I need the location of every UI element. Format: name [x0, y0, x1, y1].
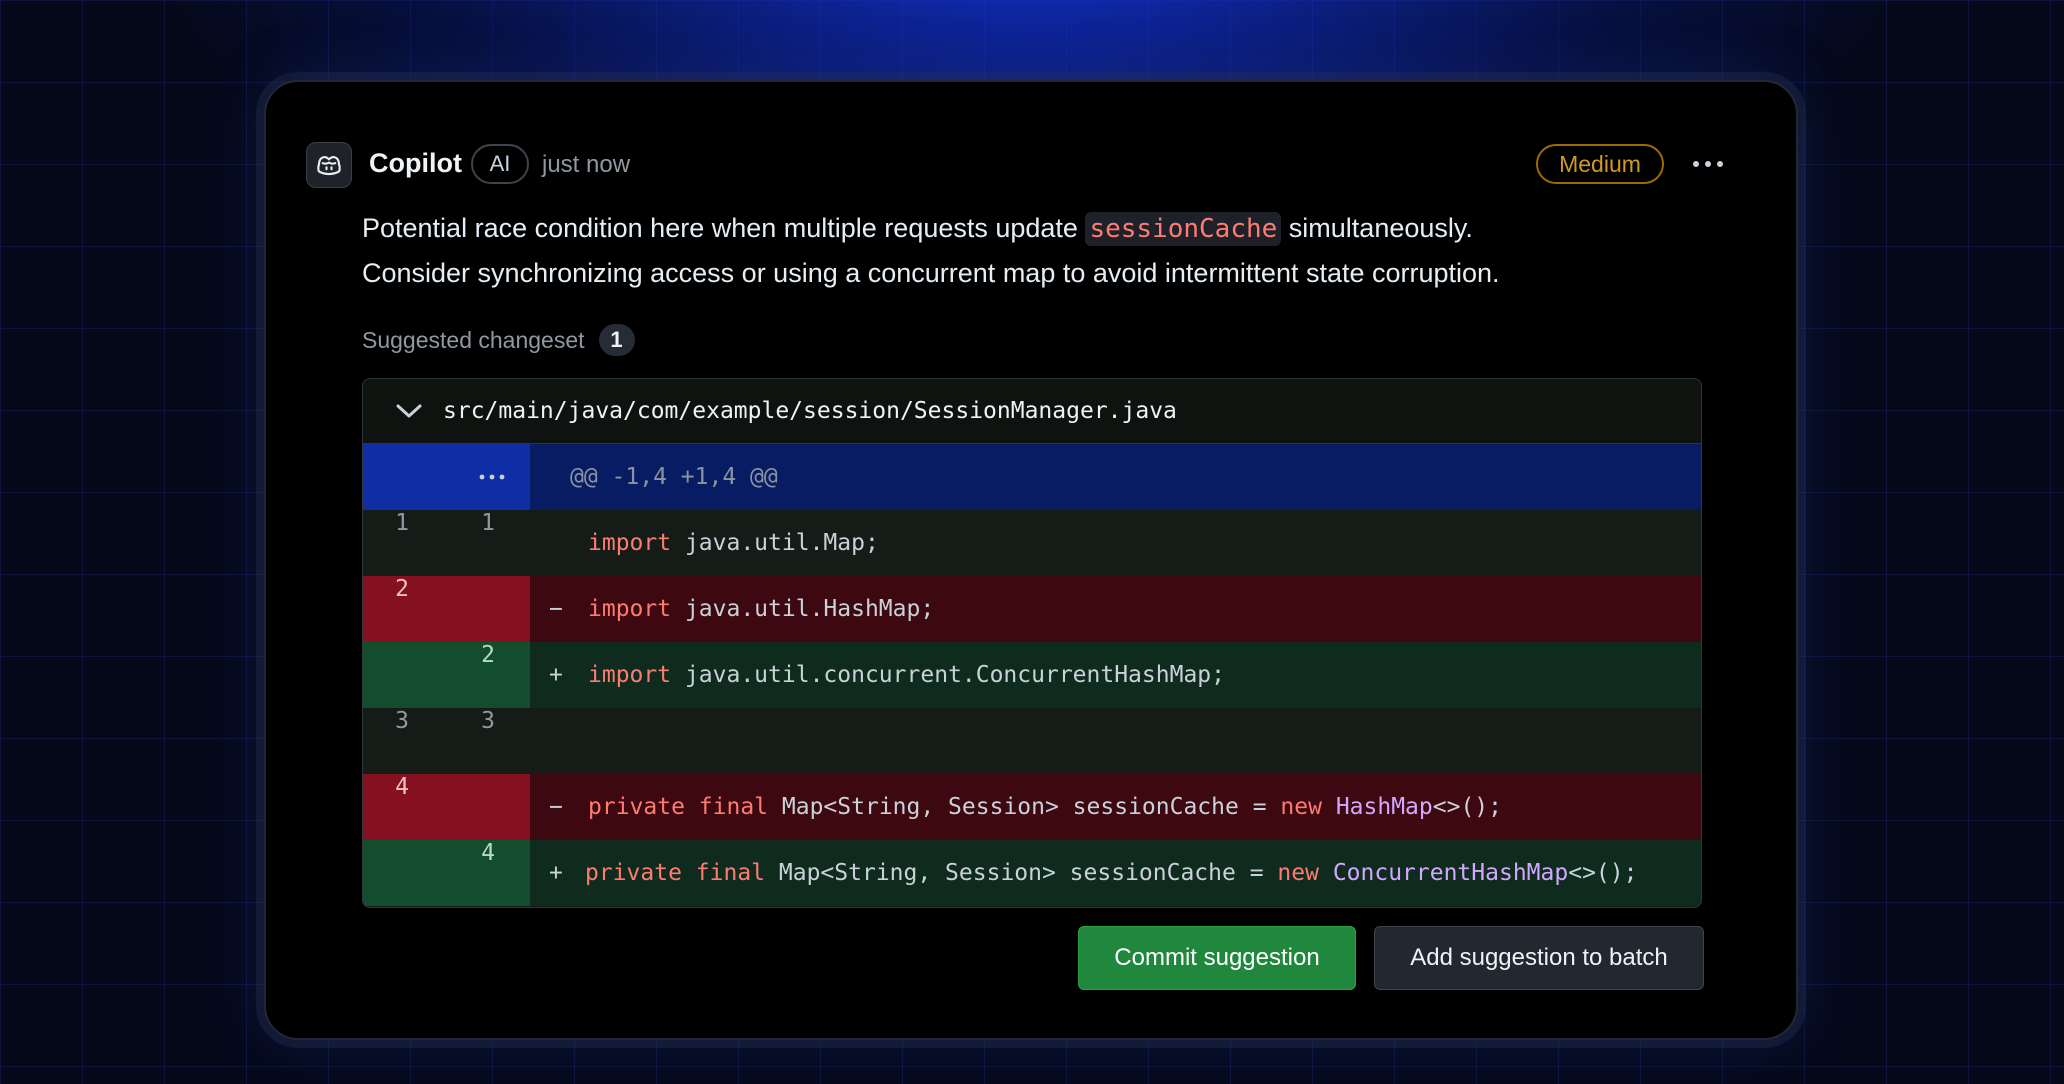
keyword: import	[588, 530, 672, 556]
code-line: import java.util.concurrent.ConcurrentHa…	[588, 662, 1225, 688]
keyword: new	[1277, 860, 1319, 886]
expand-lines-button[interactable]	[363, 444, 530, 510]
new-line-number[interactable]: 4	[453, 840, 523, 866]
type-name: HashMap	[1335, 794, 1433, 820]
code-line: private final Map<String, Session> sessi…	[585, 860, 1637, 886]
old-line-number[interactable]: 1	[363, 510, 441, 536]
diff-row-addition: 2 + import java.util.concurrent.Concurre…	[363, 642, 1701, 708]
line-number-gutter: 1 1	[363, 510, 530, 576]
copilot-avatar[interactable]	[306, 142, 352, 188]
commit-suggestion-button[interactable]: Commit suggestion	[1078, 926, 1356, 990]
comment-line-1: Potential race condition here when multi…	[362, 206, 1722, 251]
old-line-number[interactable]: 3	[363, 708, 441, 734]
line-number-gutter: 2	[363, 576, 530, 642]
suggested-changeset: Suggested changeset 1	[362, 322, 635, 358]
add-to-batch-button[interactable]: Add suggestion to batch	[1374, 926, 1704, 990]
diff-view: src/main/java/com/example/session/Sessio…	[362, 378, 1702, 908]
keyword: import	[588, 662, 672, 688]
diff-row-deletion: 4 − private final Map<String, Session> s…	[363, 774, 1701, 840]
collapse-file-button[interactable]	[395, 397, 423, 425]
changeset-count-badge: 1	[598, 324, 635, 356]
code-text: java.util.HashMap;	[671, 596, 935, 622]
new-line-number[interactable]: 3	[453, 708, 523, 734]
deletion-marker: −	[549, 794, 563, 820]
kebab-horizontal-icon	[1693, 161, 1723, 167]
changeset-label: Suggested changeset	[362, 326, 585, 353]
diff-row-addition: 4 + private final Map<String, Session> s…	[363, 840, 1701, 906]
old-line-number[interactable]: 4	[363, 774, 441, 800]
old-line-number[interactable]: 2	[363, 576, 441, 602]
code-text: <>();	[1568, 860, 1638, 886]
keyword: final	[695, 860, 766, 886]
code-text: Map<String, Session> sessionCache =	[765, 860, 1278, 886]
comment-timestamp[interactable]: just now	[542, 151, 630, 179]
diff-row-context: 3 3	[363, 708, 1701, 774]
addition-marker: +	[549, 662, 563, 688]
line-number-gutter: 2	[363, 642, 530, 708]
keyword: import	[588, 596, 672, 622]
comment-body: Potential race condition here when multi…	[362, 206, 1722, 295]
code-line: private final Map<String, Session> sessi…	[588, 794, 1502, 820]
code-text: <>();	[1432, 794, 1502, 820]
comment-line-2: Consider synchronizing access or using a…	[362, 258, 1500, 288]
review-comment-card: Copilot AI just now Medium Potential rac…	[264, 80, 1798, 1040]
diff-file-header: src/main/java/com/example/session/Sessio…	[363, 379, 1701, 444]
comment-text: simultaneously.	[1281, 213, 1473, 243]
new-line-number[interactable]: 2	[453, 642, 523, 668]
more-options-button[interactable]	[1688, 151, 1728, 177]
code-line: import java.util.Map;	[588, 530, 879, 556]
type-name: ConcurrentHashMap	[1332, 860, 1569, 886]
keyword: final	[698, 794, 769, 820]
comment-header: Copilot AI just now Medium	[306, 142, 1756, 188]
inline-code: sessionCache	[1085, 212, 1282, 246]
file-path[interactable]: src/main/java/com/example/session/Sessio…	[443, 398, 1177, 424]
line-number-gutter: 4	[363, 774, 530, 840]
code-text: java.util.Map;	[671, 530, 879, 556]
diff-row-deletion: 2 − import java.util.HashMap;	[363, 576, 1701, 642]
keyword: private	[585, 860, 682, 886]
comment-text: Potential race condition here when multi…	[362, 213, 1086, 243]
keyword: new	[1280, 794, 1322, 820]
deletion-marker: −	[549, 596, 563, 622]
code-line: import java.util.HashMap;	[588, 596, 934, 622]
code-text: java.util.concurrent.ConcurrentHashMap;	[671, 662, 1225, 688]
author-name[interactable]: Copilot	[369, 148, 462, 179]
severity-badge: Medium	[1536, 144, 1664, 184]
diff-row-context: 1 1 import java.util.Map;	[363, 510, 1701, 576]
ai-badge: AI	[471, 144, 529, 184]
chevron-down-icon	[396, 404, 422, 418]
line-number-gutter: 3 3	[363, 708, 530, 774]
line-number-gutter: 4	[363, 840, 530, 906]
ellipsis-icon	[479, 474, 505, 480]
new-line-number[interactable]: 1	[453, 510, 523, 536]
hunk-row: @@ -1,4 +1,4 @@	[363, 444, 1701, 510]
hunk-header: @@ -1,4 +1,4 @@	[570, 464, 778, 490]
addition-marker: +	[549, 860, 563, 886]
code-text: Map<String, Session> sessionCache =	[768, 794, 1281, 820]
copilot-icon	[317, 156, 341, 176]
keyword: private	[588, 794, 685, 820]
